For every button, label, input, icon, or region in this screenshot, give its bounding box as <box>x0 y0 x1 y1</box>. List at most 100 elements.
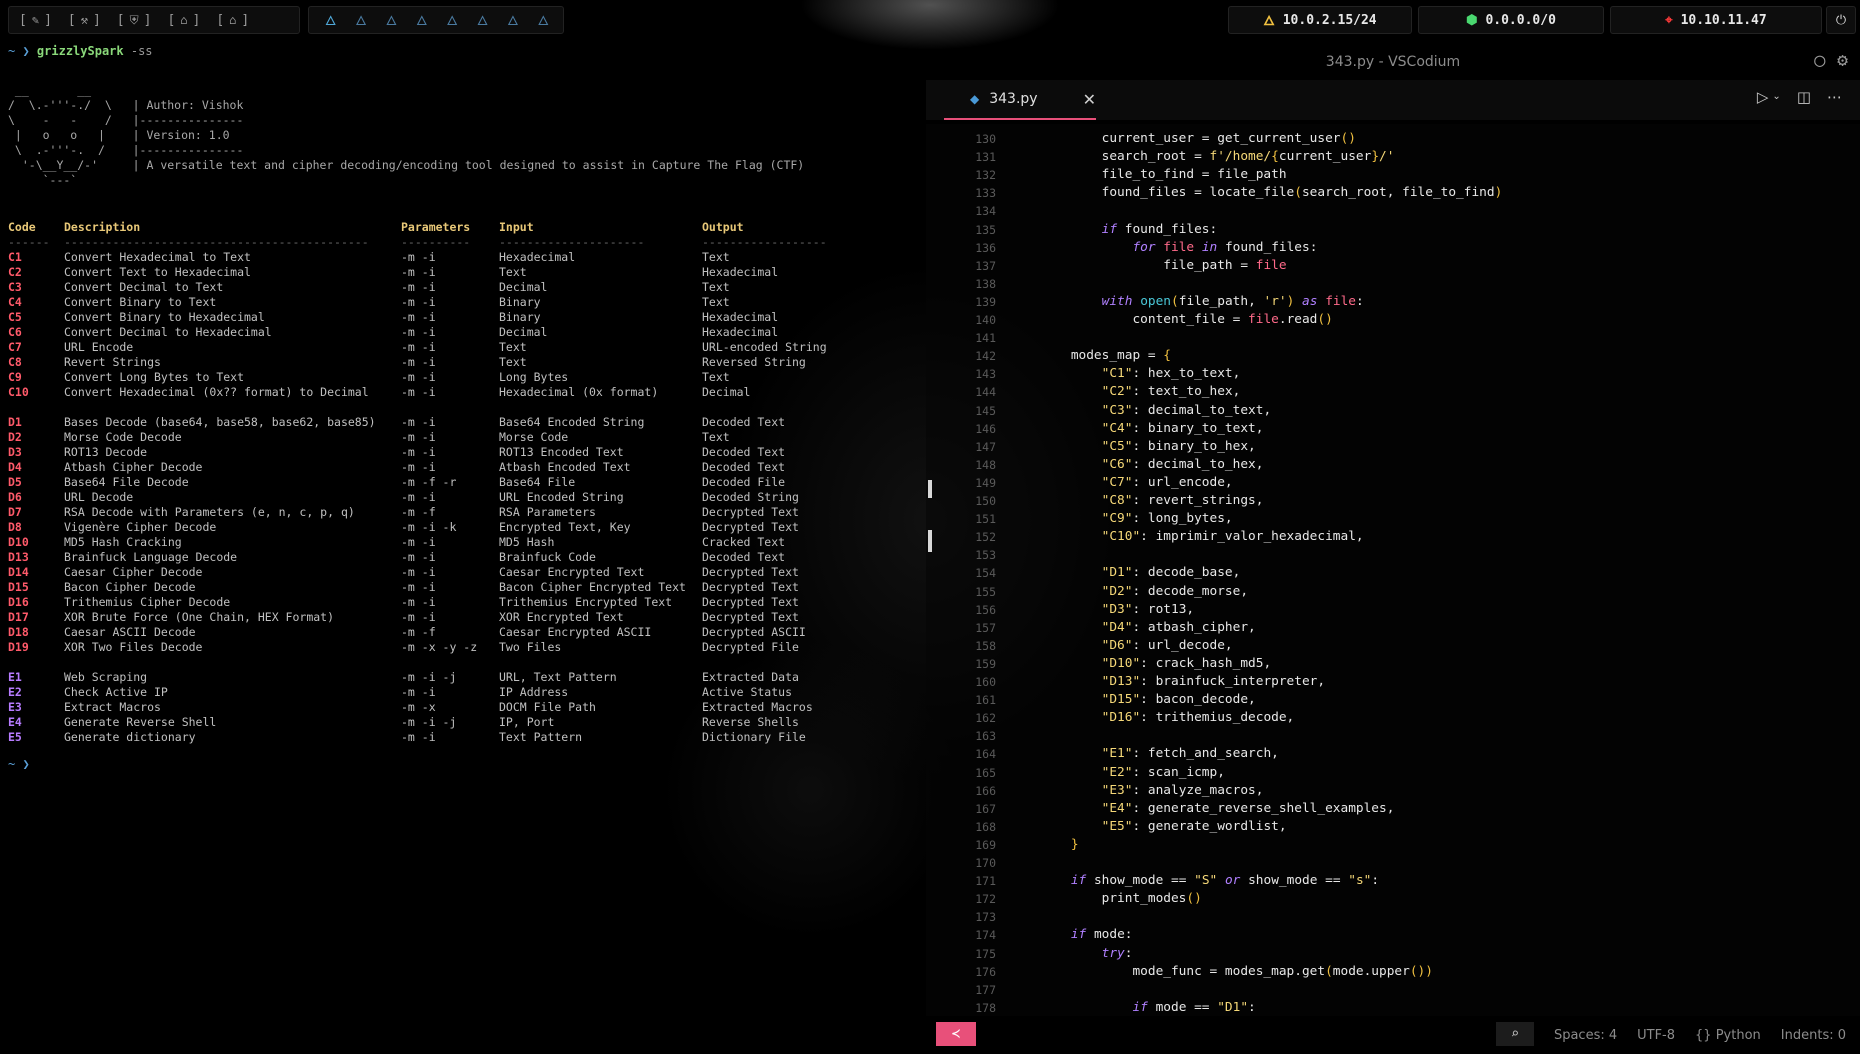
code-line: 155 "D2": decode_morse, <box>926 583 1860 601</box>
code-text: "D6": url_decode, <box>1101 637 1233 653</box>
mode-output: Decrypted Text <box>702 565 799 579</box>
mode-input: Encrypted Text, Key <box>499 520 631 534</box>
line-number: 133 <box>975 186 996 201</box>
settings-gear-icon[interactable]: ⚙ <box>1837 50 1848 71</box>
code-line: 166 "E3": analyze_macros, <box>926 782 1860 800</box>
flame-icon[interactable]: 🜂 <box>507 7 518 33</box>
mode-description: Caesar Cipher Decode <box>64 565 203 579</box>
workspace-5[interactable]: [ ⌂ ] <box>216 13 249 28</box>
flame-icon[interactable]: 🜂 <box>325 7 336 33</box>
target-ip-widget[interactable]: ⌖ 10.10.11.47 <box>1610 6 1822 34</box>
line-number: 136 <box>975 240 996 255</box>
code-editor[interactable]: 130 current_user = get_current_user() 131… <box>926 124 1860 1016</box>
local-ip-widget[interactable]: 🜂 10.0.2.15/24 <box>1228 6 1412 34</box>
code-line: 178 if mode == "D1": <box>926 999 1860 1016</box>
code-text: "C10": imprimir_valor_hexadecimal, <box>1101 529 1364 545</box>
status-spaces[interactable]: Spaces: 4 <box>1554 1028 1617 1043</box>
mode-code: D13 <box>8 550 29 564</box>
code-text: "C8": revert_strings, <box>1101 493 1264 508</box>
mode-parameters: -m -i -j <box>401 670 457 684</box>
mode-input: Hexadecimal (0x format) <box>499 385 659 399</box>
workspace-3[interactable]: [ ⛨ ] <box>117 13 152 28</box>
mode-input: Bacon Cipher Encrypted Text <box>499 580 686 594</box>
code-line: 151 "C9": long_bytes, <box>926 510 1860 528</box>
close-tab-icon[interactable]: ✕ <box>1083 90 1096 109</box>
more-actions-icon[interactable]: ⋯ <box>1827 88 1842 106</box>
table-row: D15 Bacon Cipher Decode -m -i Bacon Cipher … <box>8 580 928 595</box>
table-row: D16 Trithemius Cipher Decode -m -i Trithemi… <box>8 595 928 610</box>
hammer-icon: ⚒ <box>80 12 88 27</box>
code-text: "D13": brainfuck_interpreter, <box>1101 674 1326 689</box>
mode-output: Decoded Text <box>702 415 786 429</box>
code-line: 135 if found_files: <box>926 221 1860 239</box>
line-number: 146 <box>975 421 996 436</box>
mode-parameters: -m -i <box>401 415 436 429</box>
code-line: 136 for file in found_files: <box>926 239 1860 257</box>
code-line: 138 <box>926 275 1860 293</box>
table-row: D17 XOR Brute Force (One Chain, HEX Forma… <box>8 610 928 625</box>
zoom-indicator[interactable]: ⌕ <box>1496 1022 1534 1046</box>
code-line: 169 } <box>926 836 1860 854</box>
lock-icon: ⌂ <box>229 12 237 27</box>
code-line: 161 "D15": bacon_decode, <box>926 691 1860 709</box>
line-number: 143 <box>975 367 996 382</box>
tab-bar: ◆ 343.py ✕ ▷ ⌄ ◫ ⋯ <box>926 80 1860 120</box>
mode-input: DOCM File Path <box>499 700 596 714</box>
tab-343-py[interactable]: ◆ 343.py ✕ <box>944 80 1096 120</box>
code-line: 137 file_path = file <box>926 257 1860 275</box>
public-ip-widget[interactable]: ⬢ 0.0.0.0/0 <box>1418 6 1604 34</box>
flame-icon[interactable]: 🜂 <box>447 7 458 33</box>
code-line: 162 "D16": trithemius_decode, <box>926 709 1860 727</box>
status-language[interactable]: {} Python <box>1695 1028 1761 1043</box>
mode-code: D17 <box>8 610 29 624</box>
mode-description: Vigenère Cipher Decode <box>64 520 217 534</box>
line-number: 176 <box>975 964 996 979</box>
code-text: print_modes() <box>1040 891 1202 907</box>
mode-description: Check Active IP <box>64 685 168 699</box>
workspace-1[interactable]: [ ✎ ] <box>19 13 52 28</box>
flame-icon[interactable]: 🜂 <box>477 7 488 33</box>
flame-icon[interactable]: 🜂 <box>538 7 549 33</box>
table-row: C2 Convert Text to Hexadecimal -m -i Text He… <box>8 265 928 280</box>
command-flag: -ss <box>130 44 153 58</box>
workspace-4[interactable]: [ ⌂ ] <box>167 13 200 28</box>
title-actions: ◯ ⚙ <box>1814 50 1848 71</box>
end-prompt[interactable]: ~ ❯ <box>8 757 928 772</box>
flame-icon[interactable]: 🜂 <box>386 7 397 33</box>
flame-icon[interactable]: 🜂 <box>416 7 427 33</box>
mode-code: E1 <box>8 670 22 684</box>
banner-line: | o o | | Version: 1.0 <box>8 128 230 142</box>
mode-parameters: -m -x -y -z <box>401 640 478 654</box>
mode-input: Base64 Encoded String <box>499 415 645 429</box>
line-number: 145 <box>975 403 996 418</box>
power-button[interactable]: ⏻ <box>1826 6 1856 34</box>
code-text: "C3": decimal_to_text, <box>1101 402 1272 418</box>
code-line: 154 "D1": decode_base, <box>926 564 1860 582</box>
mode-output: Decoded String <box>702 490 799 504</box>
flame-icon[interactable]: 🜂 <box>355 7 366 33</box>
mode-description: Convert Decimal to Hexadecimal <box>64 325 272 339</box>
table-row: D10 MD5 Hash Cracking -m -i MD5 Hash Cracked… <box>8 535 928 550</box>
code-text: "D3": rot13, <box>1101 601 1195 617</box>
zoom-icon: ⌕ <box>1510 1026 1520 1042</box>
line-number: 161 <box>975 693 996 708</box>
chevron-down-icon[interactable]: ⌄ <box>1772 91 1780 106</box>
terminal[interactable]: ~ ❯ grizzlySpark -ss __ __ / \.-'''-./ \ … <box>8 44 928 772</box>
workspace-2[interactable]: [ ⚒ ] <box>68 13 101 28</box>
mode-description: URL Encode <box>64 340 134 354</box>
line-number: 140 <box>975 313 996 327</box>
split-editor-icon[interactable]: ◫ <box>1797 88 1811 106</box>
remote-indicator[interactable]: ≺ <box>936 1022 976 1046</box>
line-number: 173 <box>975 910 996 925</box>
mode-output: Dictionary File <box>702 730 806 744</box>
status-indents[interactable]: Indents: 0 <box>1781 1028 1846 1043</box>
status-encoding[interactable]: UTF-8 <box>1637 1028 1675 1043</box>
python-file-icon: ◆ <box>970 92 980 106</box>
code-line: 150 "C8": revert_strings, <box>926 492 1860 510</box>
account-icon[interactable]: ◯ <box>1814 50 1825 71</box>
run-icon[interactable]: ▷ <box>1757 88 1769 106</box>
mode-description: Base64 File Decode <box>64 475 189 489</box>
mode-output: Decrypted Text <box>702 610 799 624</box>
banner-line: __ __ <box>8 83 92 97</box>
mode-output: Text <box>702 280 730 294</box>
